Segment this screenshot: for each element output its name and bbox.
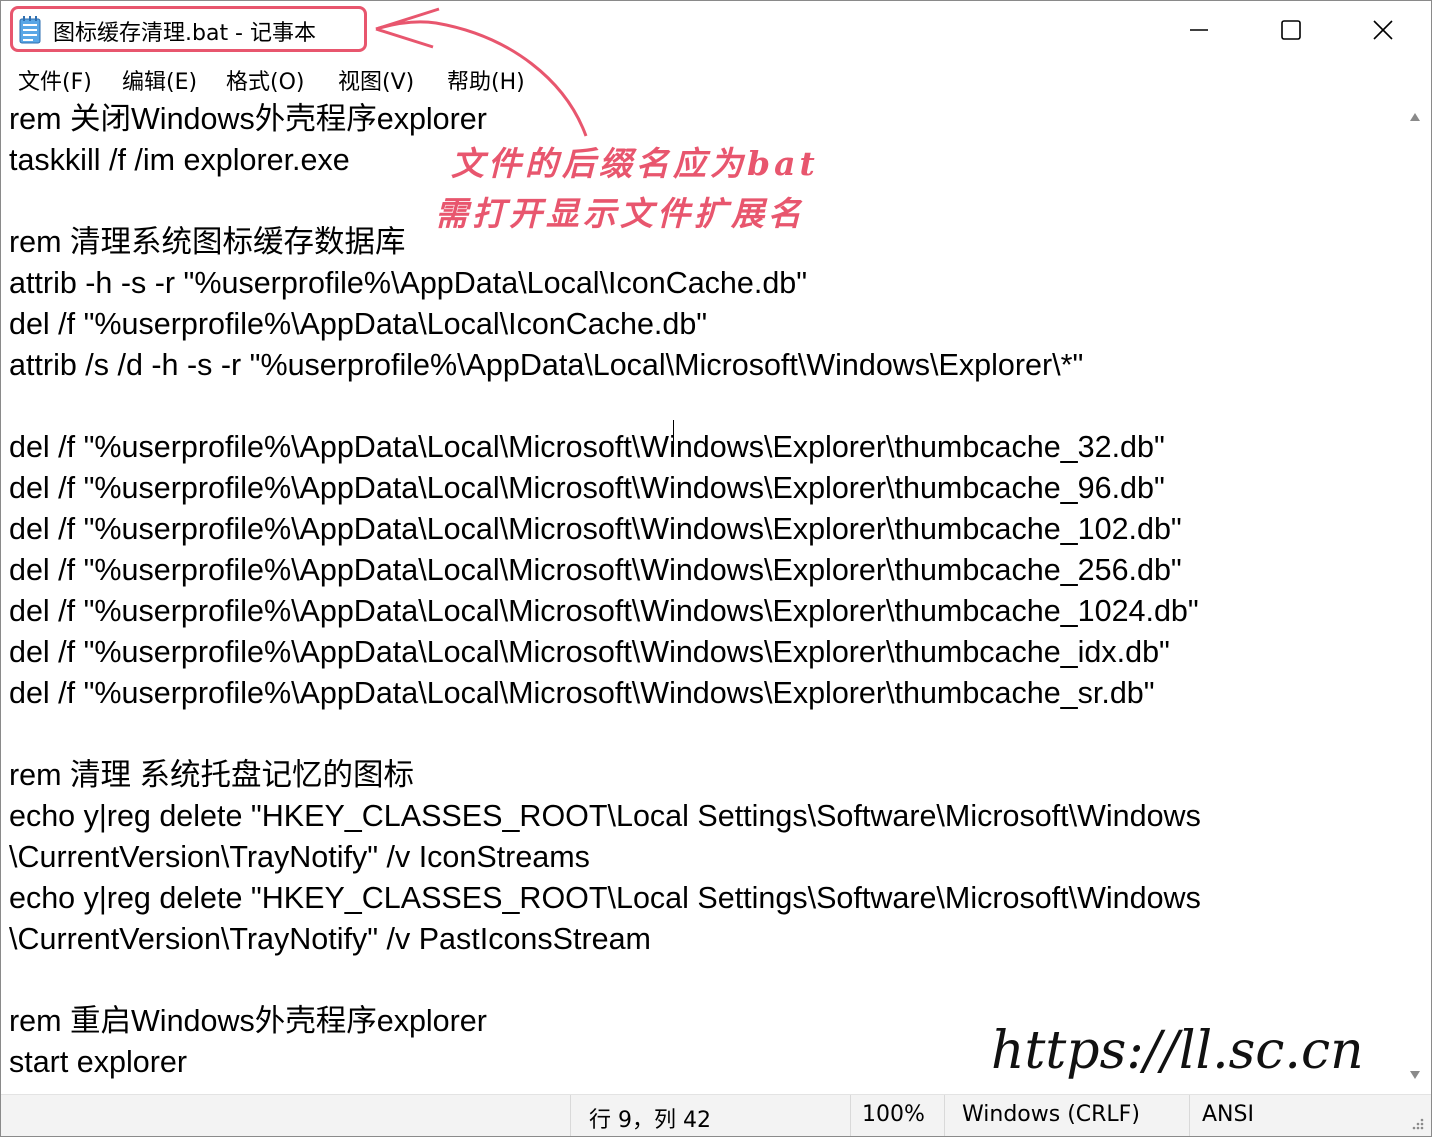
status-bar: 行 9，列 42 100% Windows (CRLF) ANSI xyxy=(1,1094,1431,1136)
annotation-note-1: 文件的后缀名应为bat xyxy=(451,144,819,183)
editor-line: taskkill /f /im explorer.exe xyxy=(9,143,350,177)
minimize-icon xyxy=(1190,29,1208,31)
menu-bar: 文件(F) 编辑(E) 格式(O) 视图(V) 帮助(H) xyxy=(1,59,1431,99)
editor-line: del /f "%userprofile%\AppData\Local\Micr… xyxy=(9,553,1182,587)
scroll-up-arrow-icon[interactable] xyxy=(1408,111,1422,123)
close-icon xyxy=(1373,20,1393,40)
annotation-note-2: 需打开显示文件扩展名 xyxy=(435,194,805,233)
close-button[interactable] xyxy=(1337,1,1429,59)
notepad-window: 图标缓存清理.bat - 记事本 文件(F) 编辑(E) 格式(O) 视图(V)… xyxy=(0,0,1432,1137)
editor-line: attrib -h -s -r "%userprofile%\AppData\L… xyxy=(9,266,808,300)
editor-line: rem 重启Windows外壳程序explorer xyxy=(9,1004,487,1038)
editor-line: del /f "%userprofile%\AppData\Local\Micr… xyxy=(9,471,1165,505)
encoding: ANSI xyxy=(1202,1102,1254,1127)
editor-line: echo y|reg delete "HKEY_CLASSES_ROOT\Loc… xyxy=(9,799,1201,833)
title-bar[interactable]: 图标缓存清理.bat - 记事本 xyxy=(1,1,1431,59)
text-caret xyxy=(673,420,674,454)
zoom-level: 100% xyxy=(862,1102,925,1127)
resize-grip-icon[interactable] xyxy=(1409,1115,1425,1131)
line-ending: Windows (CRLF) xyxy=(962,1102,1140,1127)
editor-line: del /f "%userprofile%\AppData\Local\Micr… xyxy=(9,512,1182,546)
editor-line: \CurrentVersion\TrayNotify" /v IconStrea… xyxy=(9,840,590,874)
maximize-button[interactable] xyxy=(1245,1,1337,59)
editor-line: del /f "%userprofile%\AppData\Local\Micr… xyxy=(9,676,1155,710)
vertical-scrollbar[interactable] xyxy=(1399,99,1431,1094)
cursor-position: 行 9，列 42 xyxy=(589,1108,711,1133)
status-separator xyxy=(1189,1095,1190,1136)
editor-line: start explorer xyxy=(9,1045,187,1079)
editor-line: rem 清理 系统托盘记忆的图标 xyxy=(9,758,414,792)
editor-line: del /f "%userprofile%\AppData\Local\Micr… xyxy=(9,594,1199,628)
editor-line: del /f "%userprofile%\AppData\Local\Micr… xyxy=(9,635,1170,669)
menu-file[interactable]: 文件(F) xyxy=(18,64,92,96)
scroll-down-arrow-icon[interactable] xyxy=(1408,1069,1422,1081)
editor-line: rem 清理系统图标缓存数据库 xyxy=(9,225,406,259)
menu-format[interactable]: 格式(O) xyxy=(226,64,304,96)
editor-line: del /f "%userprofile%\AppData\Local\Icon… xyxy=(9,307,708,341)
watermark-url: https://ll.sc.cn xyxy=(991,1021,1364,1081)
editor-line: \CurrentVersion\TrayNotify" /v PastIcons… xyxy=(9,922,651,956)
editor-line: echo y|reg delete "HKEY_CLASSES_ROOT\Loc… xyxy=(9,881,1201,915)
annotation-arrow xyxy=(375,7,588,137)
maximize-icon xyxy=(1281,20,1301,40)
editor-line: del /f "%userprofile%\AppData\Local\Micr… xyxy=(9,430,1165,464)
status-separator xyxy=(850,1095,851,1136)
minimize-button[interactable] xyxy=(1153,1,1245,59)
title-highlight-annotation xyxy=(10,6,367,52)
status-separator xyxy=(944,1095,945,1136)
text-editor[interactable]: rem 关闭Windows外壳程序explorer taskkill /f /i… xyxy=(1,99,1399,1094)
status-separator xyxy=(570,1095,571,1136)
menu-edit[interactable]: 编辑(E) xyxy=(122,64,197,96)
editor-line: attrib /s /d -h -s -r "%userprofile%\App… xyxy=(9,348,1084,382)
